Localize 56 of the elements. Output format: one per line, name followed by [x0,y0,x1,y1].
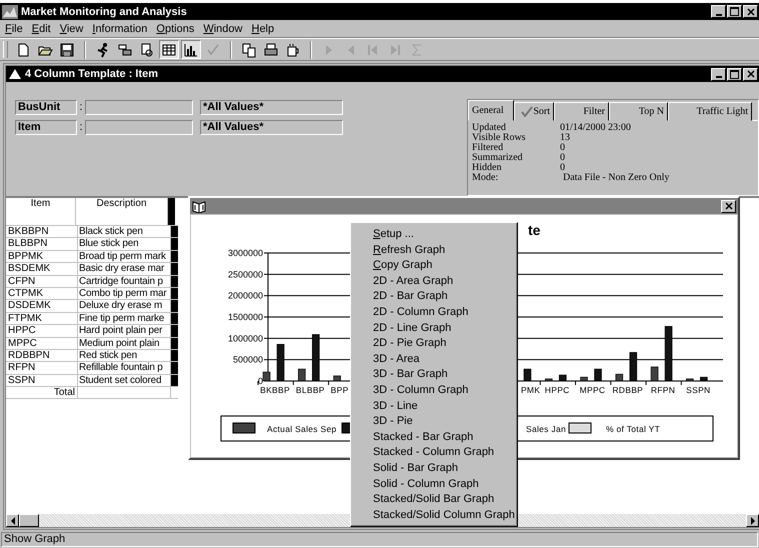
table-cell: BLBBPN [6,238,78,250]
y-tick-label: 2000000 [228,290,263,301]
chart-title: te [528,222,540,238]
y-tick-label: 1500000 [228,312,263,322]
app-title: Market Monitoring and Analysis [21,6,187,18]
table-cell: DSDEMK [6,300,78,312]
x-tick-label: PMK [520,385,540,395]
table-cell: BPPMK [6,250,78,262]
table-cell: MPPC [6,338,78,349]
status-bar: Show Graph [1,532,758,547]
x-tick-label: BLBBP [296,385,325,395]
info-value: 0 [560,163,565,173]
y-tick-label: 500000 [232,354,263,365]
info-value: 0 [560,143,565,153]
filter-label: Item [15,120,77,134]
document-title: 4 Column Template : Item [25,68,158,80]
table-cell: HPPC [6,325,78,337]
table-cell: SSPN [6,374,78,386]
y-tick-label: 1000000 [228,333,263,344]
x-tick-label: RFPN [650,385,676,395]
separator: : [78,121,84,133]
info-value: Data File - Non Zero Only [563,173,670,183]
filter-value: *All Values* [200,100,343,114]
info-value: 01/14/2000 23:00 [560,123,631,133]
legend-label: Sales Jan [526,424,566,434]
x-tick-label: HPPC [544,385,570,395]
table-cell: RFPN [6,362,78,374]
legend-label: % of Total YT [606,424,660,434]
table-cell: BSDEMK [6,263,78,275]
table-cell: CTPMK [6,288,78,300]
table-cell: RDBBPN [6,350,78,362]
info-value: 13 [560,133,570,143]
column-header: Item [6,198,76,225]
info-label: Updated [472,123,507,133]
legend-label: Actual Sales Sep [267,424,337,434]
total-label: Total [6,387,78,398]
info-label: Visible Rows [472,133,527,143]
y-tick-label: 0 [258,376,263,386]
filter-label: BusUnit [15,100,77,114]
table-cell: FTPMK [6,312,78,324]
x-tick-label: SSPN [686,385,710,395]
separator: : [78,101,84,113]
y-tick-label: 3000000 [228,248,263,258]
x-tick-label: MPPC [580,385,606,395]
x-tick-label: BKBBP [260,385,290,395]
filter-value: *All Values* [200,120,343,134]
info-label: Hidden [472,163,502,173]
table-cell: BKBBPN [6,226,78,238]
table-cell: CFPN [6,276,78,287]
x-tick-label: BPP [330,385,349,395]
info-label: Summarized [472,153,524,163]
info-label: Filtered [472,143,504,153]
info-value: 0 [560,153,565,163]
y-tick-label: 2500000 [228,269,263,280]
x-tick-label: RDBBP [612,385,644,395]
info-label: Mode: [472,173,500,183]
